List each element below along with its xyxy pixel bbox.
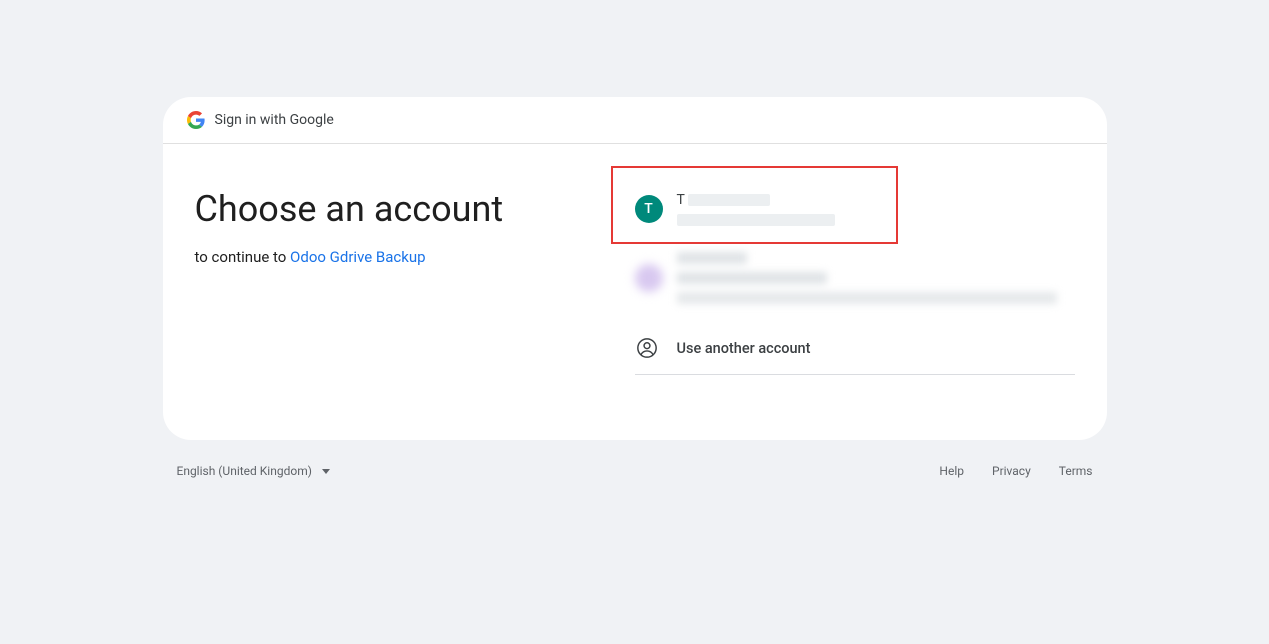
card-header: Sign in with Google: [163, 97, 1107, 144]
person-circle-icon: [635, 336, 659, 360]
avatar: T: [635, 195, 663, 223]
header-brand-text: Sign in with Google: [215, 112, 334, 128]
signin-card: Sign in with Google Choose an account to…: [163, 97, 1107, 440]
subtitle: to continue to Odoo Gdrive Backup: [195, 248, 619, 266]
redacted-detail: [677, 292, 1057, 304]
language-label: English (United Kingdom): [177, 464, 312, 478]
use-another-account[interactable]: Use another account: [635, 322, 1075, 375]
redacted-email: [677, 214, 835, 226]
chevron-down-icon: [322, 469, 330, 474]
use-another-label: Use another account: [677, 340, 811, 357]
account-text: T: [677, 192, 835, 226]
account-option-2[interactable]: [635, 238, 1075, 322]
redacted-name: [677, 252, 747, 264]
redacted-email: [677, 272, 827, 284]
terms-link[interactable]: Terms: [1059, 464, 1093, 478]
help-link[interactable]: Help: [939, 464, 964, 478]
google-logo-icon: [187, 111, 205, 129]
account-option-1[interactable]: T T: [635, 180, 1075, 238]
subtitle-prefix: to continue to: [195, 248, 291, 266]
page-title: Choose an account: [195, 188, 619, 230]
avatar-letter: T: [644, 201, 653, 217]
footer-links: Help Privacy Terms: [939, 464, 1092, 478]
footer: English (United Kingdom) Help Privacy Te…: [163, 464, 1107, 478]
account-text: [677, 252, 1057, 304]
privacy-link[interactable]: Privacy: [992, 464, 1031, 478]
avatar: [635, 264, 663, 292]
account-name-row: T: [677, 192, 835, 208]
app-name-link[interactable]: Odoo Gdrive Backup: [290, 248, 426, 266]
account-name-first-char: T: [677, 192, 685, 208]
redacted-name: [688, 194, 770, 206]
left-panel: Choose an account to continue to Odoo Gd…: [195, 180, 635, 382]
account-list: T T: [635, 180, 1075, 382]
language-picker[interactable]: English (United Kingdom): [177, 464, 330, 478]
card-body: Choose an account to continue to Odoo Gd…: [163, 144, 1107, 440]
